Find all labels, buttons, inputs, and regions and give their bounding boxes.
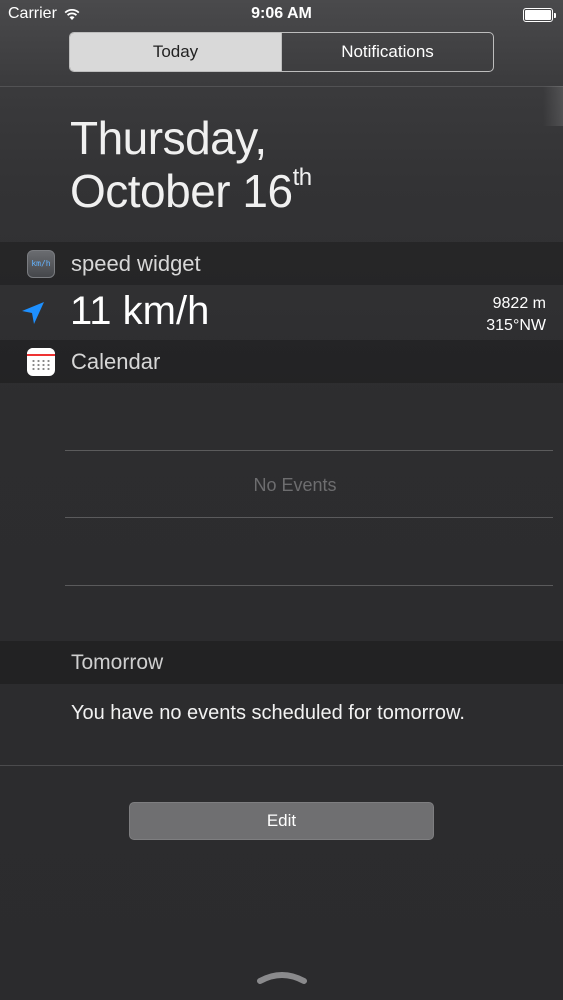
calendar-icon-grid [31,358,51,371]
speed-widget-app-icon: km/h [27,249,55,278]
edit-button[interactable]: Edit [129,802,434,840]
tab-notifications[interactable]: Notifications [281,33,493,71]
today-date: Thursday, October 16th [70,112,312,218]
tomorrow-summary: You have no events scheduled for tomorro… [71,702,465,724]
location-arrow-icon [22,302,44,324]
battery-icon [523,8,556,22]
date-month-day: October 16th [70,165,312,218]
heading-value: 315°NW [486,317,546,334]
grabber-icon[interactable] [256,968,308,986]
altitude-value: 9822 m [492,295,546,312]
calendar-app-icon [27,347,55,376]
tomorrow-title: Tomorrow [71,651,164,674]
edge-highlight [543,86,563,126]
calendar-divider [65,450,553,451]
tab-today[interactable]: Today [70,33,281,71]
calendar-icon-header [27,347,55,356]
speed-app-icon-text: km/h [31,259,51,268]
clock: 9:06 AM [251,5,312,22]
notification-center: Carrier 9:06 AM Today Notifications Thur… [0,0,563,1000]
date-ordinal-suffix: th [292,164,313,191]
calendar-divider [65,517,553,518]
view-segmented-control: Today Notifications [69,32,494,72]
calendar-widget-content[interactable]: No Events [0,383,563,641]
date-weekday: Thursday, [70,112,267,164]
speed-widget-title: speed widget [71,250,201,276]
current-speed: 11 km/h [70,289,210,333]
divider [0,86,563,87]
calendar-divider [65,585,553,586]
divider [0,765,563,766]
speed-metadata: 9822 m 315°NW [486,293,546,337]
tomorrow-header[interactable]: Tomorrow [0,641,563,684]
battery-level [525,10,551,20]
no-events-label: No Events [253,475,337,495]
status-bar: Carrier 9:06 AM [0,0,563,30]
speed-widget-content[interactable]: 11 km/h 9822 m 315°NW [0,285,563,340]
speed-widget-header[interactable]: km/h speed widget [0,242,563,285]
calendar-widget-header[interactable]: Calendar [0,340,563,383]
calendar-widget-title: Calendar [71,348,161,374]
date-month-day-text: October 16 [70,165,293,217]
